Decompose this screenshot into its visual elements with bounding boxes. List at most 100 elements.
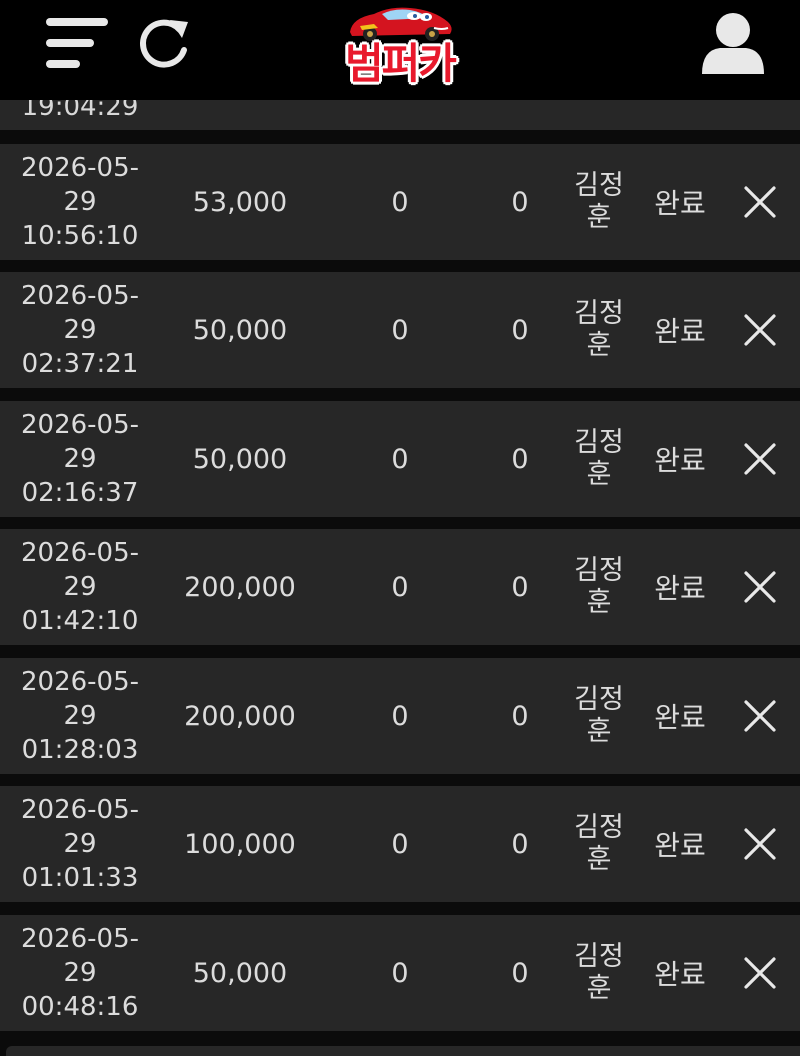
table-row: 2026-05- 29 02:37:21 50,000 0 0 김정 훈 완료 <box>0 272 800 388</box>
row-name-line2: 훈 <box>586 844 612 875</box>
row-name: 김정 훈 <box>566 401 632 517</box>
table-row: 2026-05- 29 00:48:16 50,000 0 0 김정 훈 완료 <box>0 915 800 1031</box>
brand-logo-text: 범퍼카 <box>345 39 457 88</box>
row-date: 2026-05- <box>20 281 139 311</box>
table-row-partial <box>6 1046 800 1056</box>
delete-button[interactable] <box>730 144 790 260</box>
row-datetime: 2026-05- 29 02:16:37 <box>0 401 160 517</box>
table-row: 2026-05- 29 01:28:03 200,000 0 0 김정 훈 완료 <box>0 658 800 774</box>
row-date: 2026-05- <box>20 538 139 568</box>
row-name-line1: 김정 <box>574 170 624 201</box>
row-name: 김정 훈 <box>566 272 632 388</box>
row-time: 01:01:33 <box>21 863 139 893</box>
row-datetime: 2026-05- 29 10:56:10 <box>0 144 160 260</box>
table-row: 2026-05- 29 02:16:37 50,000 0 0 김정 훈 완료 <box>0 401 800 517</box>
close-icon <box>744 571 776 603</box>
row-status: 완료 <box>654 572 706 605</box>
row-amount: 50,000 <box>192 314 288 346</box>
delete-button[interactable] <box>730 529 790 645</box>
row-name-line2: 훈 <box>586 202 612 233</box>
row-date: 2026-05- <box>20 924 139 954</box>
row-time: 01:42:10 <box>21 606 139 636</box>
row-amount: 50,000 <box>192 443 288 475</box>
close-icon <box>744 828 776 860</box>
row-name-line2: 훈 <box>586 330 612 361</box>
row-name: 김정 훈 <box>566 658 632 774</box>
row-bonus: 0 <box>391 957 409 989</box>
close-icon <box>744 314 776 346</box>
delete-button[interactable] <box>730 915 790 1031</box>
close-icon <box>744 186 776 218</box>
row-point: 0 <box>511 571 529 603</box>
hamburger-menu-icon[interactable] <box>44 16 110 72</box>
table-row: 2026-05- 29 01:01:33 100,000 0 0 김정 훈 완료 <box>0 786 800 902</box>
row-day: 29 <box>63 315 97 345</box>
row-point: 0 <box>511 700 529 732</box>
row-point: 0 <box>511 443 529 475</box>
row-time: 02:16:37 <box>21 478 139 508</box>
row-time: 01:28:03 <box>21 735 139 765</box>
row-name-line2: 훈 <box>586 716 612 747</box>
row-amount: 50,000 <box>192 957 288 989</box>
row-name: 김정 훈 <box>566 144 632 260</box>
row-name-line1: 김정 <box>574 555 624 586</box>
refresh-icon[interactable] <box>136 16 192 72</box>
delete-button[interactable] <box>730 401 790 517</box>
row-status: 완료 <box>654 444 706 477</box>
row-status: 완료 <box>654 701 706 734</box>
delete-button[interactable] <box>730 658 790 774</box>
row-name-line2: 훈 <box>586 459 612 490</box>
row-point: 0 <box>511 314 529 346</box>
row-bonus: 0 <box>391 443 409 475</box>
row-name-line1: 김정 <box>574 941 624 972</box>
row-date: 2026-05- <box>20 153 139 183</box>
row-amount: 100,000 <box>184 828 296 860</box>
row-date: 2026-05- <box>20 410 139 440</box>
row-status: 완료 <box>654 187 706 220</box>
row-date: 2026-05- <box>20 795 139 825</box>
row-day: 29 <box>63 444 97 474</box>
transaction-list: 19:04:29 2026-05- 29 10:56:10 53,000 0 0 김… <box>0 0 800 1056</box>
row-day: 29 <box>63 829 97 859</box>
row-day: 29 <box>63 572 97 602</box>
row-amount: 53,000 <box>192 186 288 218</box>
row-name: 김정 훈 <box>566 786 632 902</box>
row-day: 29 <box>63 187 97 217</box>
row-name-line1: 김정 <box>574 684 624 715</box>
row-bonus: 0 <box>391 186 409 218</box>
row-time: 10:56:10 <box>21 221 139 251</box>
user-profile-icon[interactable] <box>700 10 766 76</box>
top-navigation-bar: 범퍼카 <box>0 0 800 100</box>
row-date: 2026-05- <box>20 667 139 697</box>
row-status: 완료 <box>654 958 706 991</box>
row-name-line1: 김정 <box>574 427 624 458</box>
row-name-line1: 김정 <box>574 812 624 843</box>
row-day: 29 <box>63 958 97 988</box>
close-icon <box>744 443 776 475</box>
close-icon <box>744 700 776 732</box>
row-datetime: 2026-05- 29 00:48:16 <box>0 915 160 1031</box>
row-status: 완료 <box>654 315 706 348</box>
row-datetime: 2026-05- 29 01:28:03 <box>0 658 160 774</box>
close-icon <box>744 957 776 989</box>
row-time: 00:48:16 <box>21 992 139 1022</box>
row-point: 0 <box>511 186 529 218</box>
row-day: 29 <box>63 701 97 731</box>
row-amount: 200,000 <box>184 700 296 732</box>
row-point: 0 <box>511 957 529 989</box>
table-row: 2026-05- 29 10:56:10 53,000 0 0 김정 훈 완료 <box>0 144 800 260</box>
row-name: 김정 훈 <box>566 915 632 1031</box>
row-point: 0 <box>511 828 529 860</box>
row-name-line2: 훈 <box>586 973 612 1004</box>
brand-logo[interactable]: 범퍼카 <box>330 0 470 96</box>
row-datetime: 2026-05- 29 01:42:10 <box>0 529 160 645</box>
table-row: 2026-05- 29 01:42:10 200,000 0 0 김정 훈 완료 <box>0 529 800 645</box>
row-status: 완료 <box>654 829 706 862</box>
row-name-line1: 김정 <box>574 298 624 329</box>
delete-button[interactable] <box>730 272 790 388</box>
row-bonus: 0 <box>391 828 409 860</box>
delete-button[interactable] <box>730 786 790 902</box>
row-bonus: 0 <box>391 314 409 346</box>
row-bonus: 0 <box>391 700 409 732</box>
row-datetime: 2026-05- 29 01:01:33 <box>0 786 160 902</box>
